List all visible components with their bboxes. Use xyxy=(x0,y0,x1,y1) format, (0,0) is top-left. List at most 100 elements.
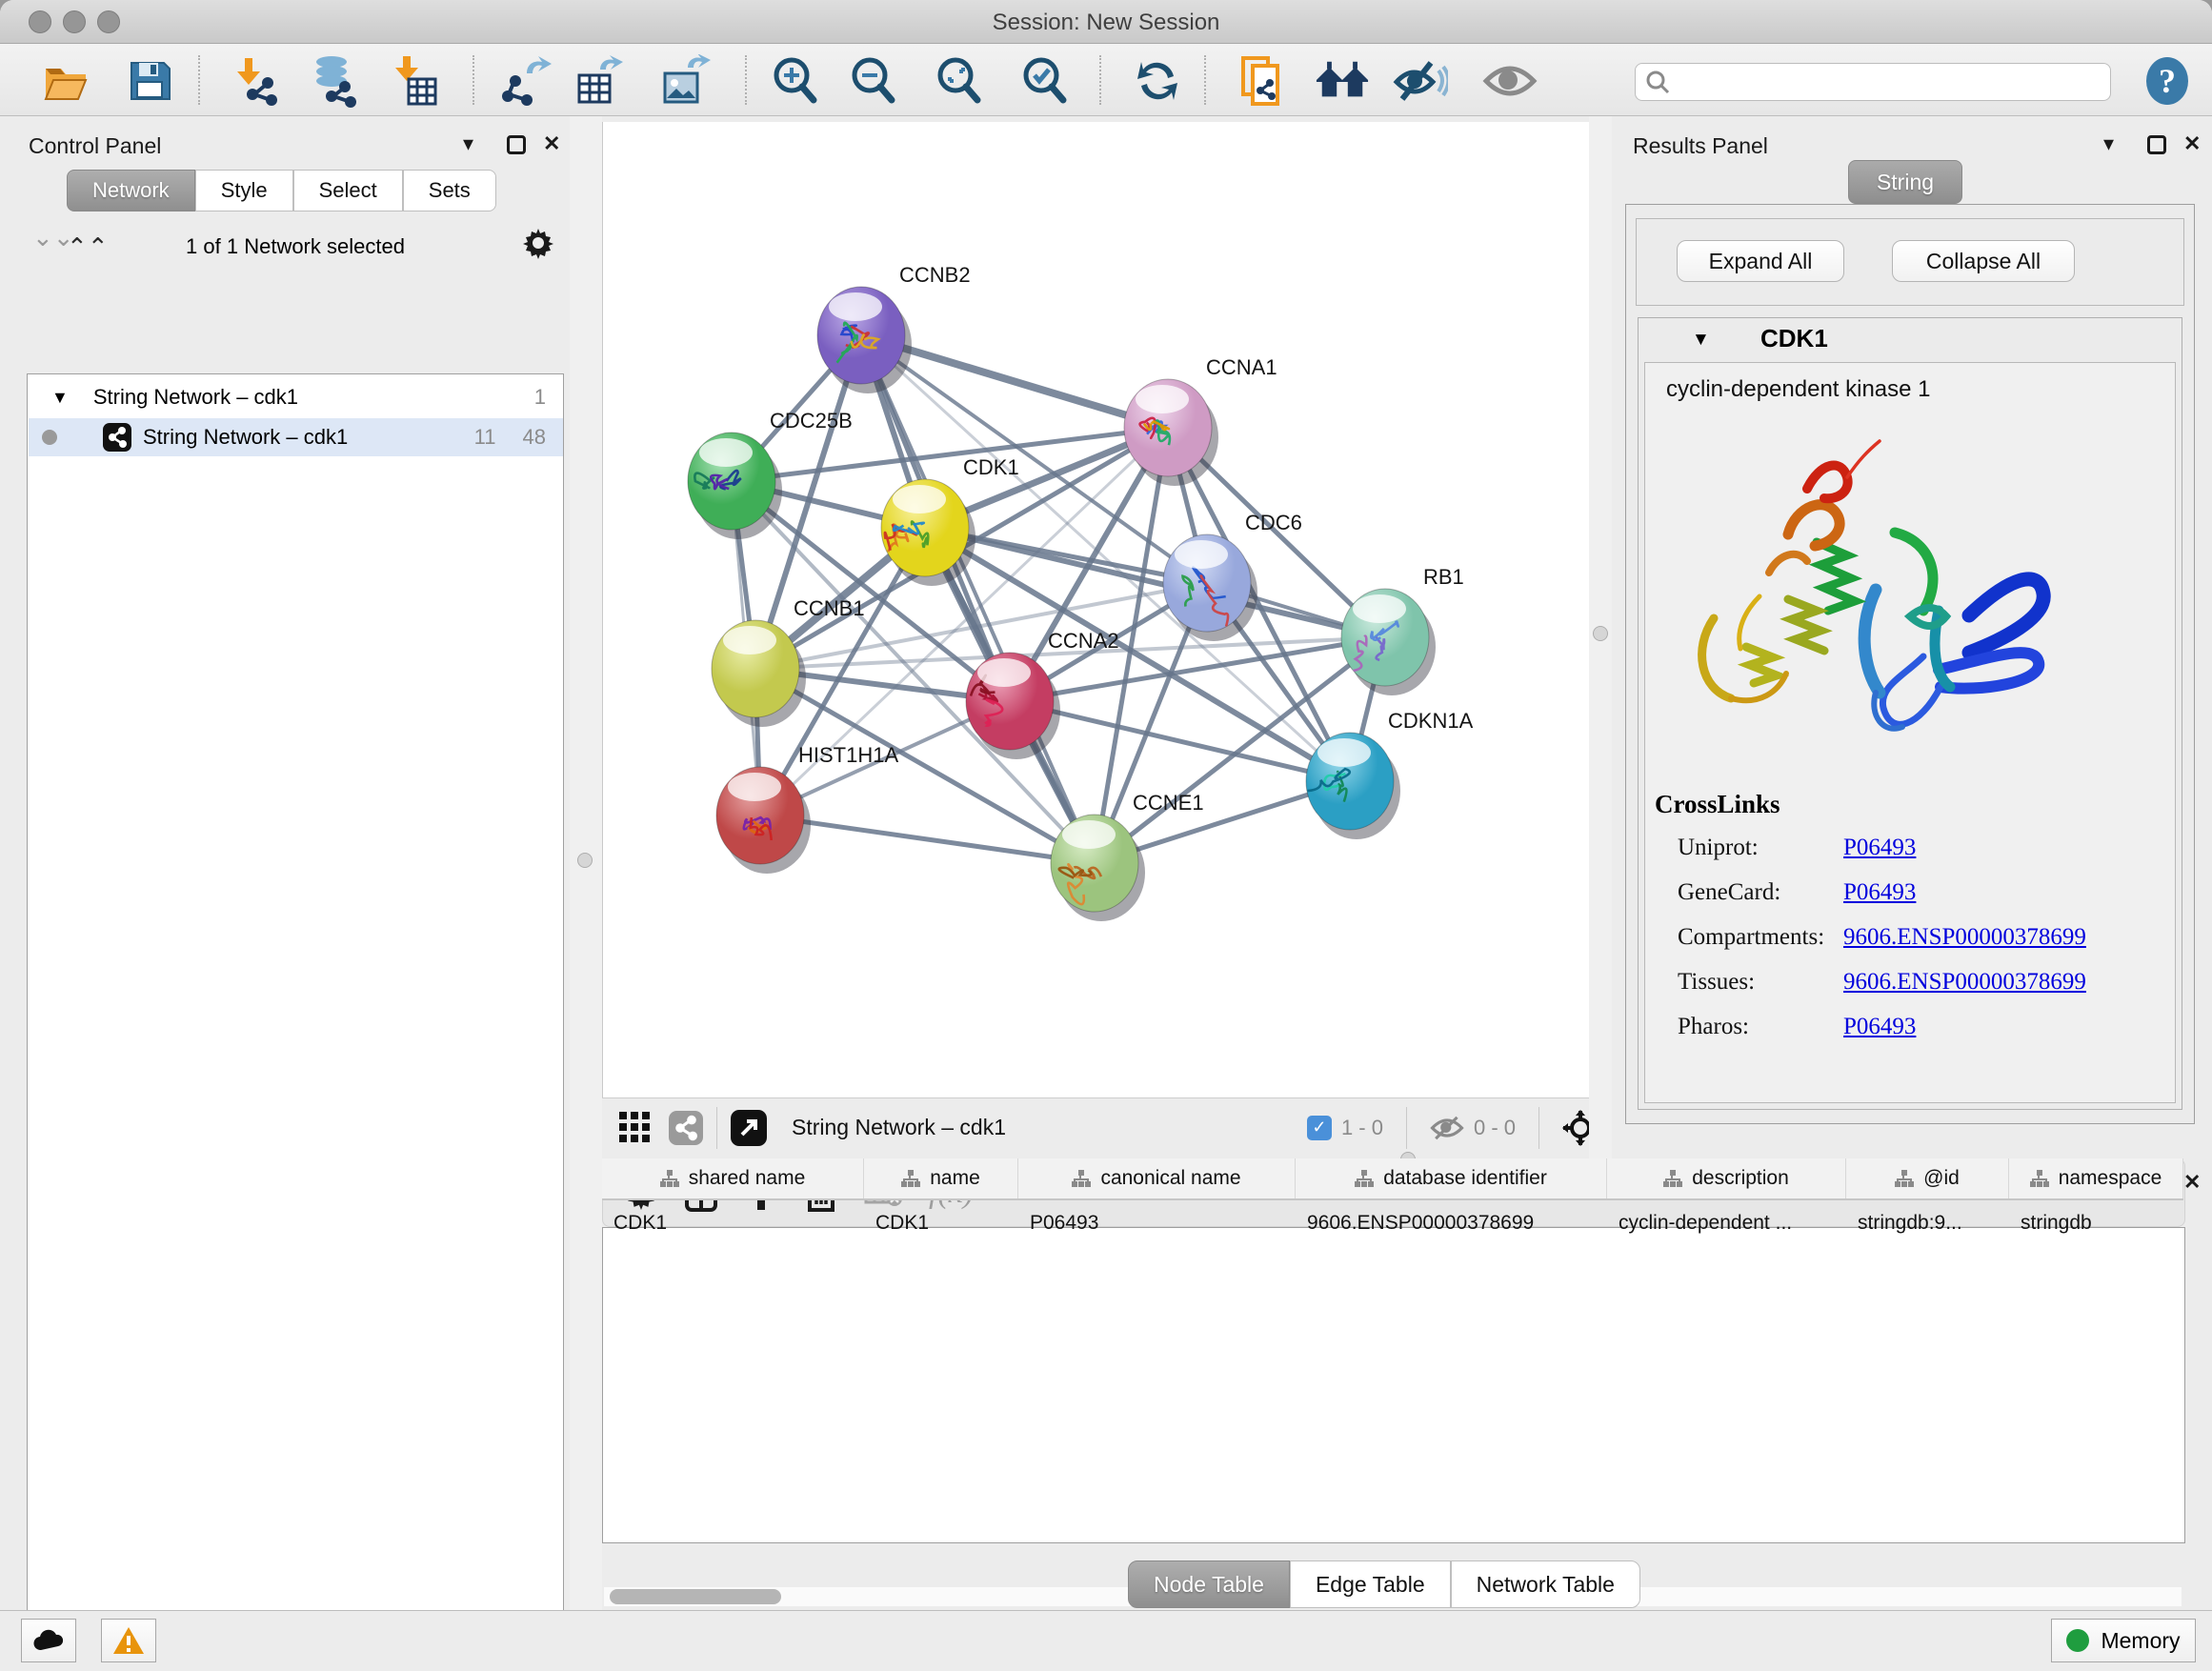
hide-unhide-icon[interactable] xyxy=(1393,53,1448,109)
tab-edge-table[interactable]: Edge Table xyxy=(1290,1560,1451,1608)
network-node-cdk1[interactable]: CDK1 xyxy=(881,455,1019,586)
table-cell[interactable]: 9606.ENSP00000378699 xyxy=(1296,1202,1607,1244)
tab-network[interactable]: Network xyxy=(67,170,195,211)
refresh-layout-icon[interactable] xyxy=(1130,53,1185,109)
results-panel-float-icon[interactable] xyxy=(2147,135,2166,154)
control-panel-menu-icon[interactable]: ▾ xyxy=(463,131,473,156)
column-header-database-identifier[interactable]: database identifier xyxy=(1296,1158,1607,1198)
right-splitter-knob[interactable] xyxy=(1593,626,1608,641)
column-header-description[interactable]: description xyxy=(1607,1158,1846,1198)
table-cell[interactable]: stringdb xyxy=(2009,1202,2183,1244)
grid-view-icon[interactable] xyxy=(619,1112,652,1144)
cloud-button[interactable] xyxy=(21,1619,76,1662)
control-panel-close-icon[interactable]: ✕ xyxy=(543,131,560,156)
open-file-icon[interactable] xyxy=(38,53,93,109)
search-box[interactable] xyxy=(1635,63,2111,101)
network-node-rb1[interactable]: RB1 xyxy=(1341,565,1464,695)
crosslink-link[interactable]: 9606.ENSP00000378699 xyxy=(1843,924,2086,951)
column-type-icon xyxy=(1355,1170,1374,1187)
crosslink-link[interactable]: 9606.ENSP00000378699 xyxy=(1843,969,2086,996)
warning-button[interactable] xyxy=(101,1619,156,1662)
tab-network-table[interactable]: Network Table xyxy=(1451,1560,1640,1608)
tab-select[interactable]: Select xyxy=(293,170,403,211)
control-panel-float-icon[interactable] xyxy=(507,135,526,154)
column-header--id[interactable]: @id xyxy=(1846,1158,2009,1198)
crosslink-link[interactable]: P06493 xyxy=(1843,1014,1916,1040)
network-options-gear-icon[interactable] xyxy=(522,227,554,259)
zoom-out-icon[interactable] xyxy=(846,53,901,109)
help-icon[interactable]: ? xyxy=(2140,53,2195,109)
zoom-in-icon[interactable] xyxy=(768,53,823,109)
table-cell[interactable]: P06493 xyxy=(1018,1202,1296,1244)
expand-all-button[interactable]: Expand All xyxy=(1677,240,1844,282)
results-panel-close-icon[interactable]: ✕ xyxy=(2183,131,2201,156)
network-node-ccnb1[interactable]: CCNB1 xyxy=(712,596,865,727)
table-cell[interactable]: cyclin-dependent ... xyxy=(1607,1202,1846,1244)
memory-button[interactable]: Memory xyxy=(2051,1619,2196,1662)
save-session-icon[interactable] xyxy=(122,53,177,109)
left-splitter[interactable] xyxy=(570,116,602,1610)
network-view-type-icon[interactable] xyxy=(669,1111,703,1145)
network-node-hist1h1a[interactable]: HIST1H1A xyxy=(716,743,898,874)
zoom-fit-icon[interactable] xyxy=(932,53,987,109)
export-image-icon[interactable] xyxy=(657,53,713,109)
network-collection-row[interactable]: ▼ String Network – cdk1 1 xyxy=(29,378,563,416)
right-splitter[interactable] xyxy=(1589,116,1612,1158)
clone-network-icon[interactable] xyxy=(1235,53,1290,109)
table-cell[interactable]: CDK1 xyxy=(864,1202,1018,1244)
export-table-icon[interactable] xyxy=(572,53,627,109)
network-canvas[interactable]: CCNB2CCNA1CDC25BCDK1CDC6RB1CCNB1CCNA2CDK… xyxy=(602,122,1589,1097)
left-splitter-knob[interactable] xyxy=(577,853,593,868)
window-title: Session: New Session xyxy=(0,10,2212,36)
crosslink-label: Compartments: xyxy=(1678,924,1824,951)
tab-node-table[interactable]: Node Table xyxy=(1128,1560,1290,1608)
network-node-ccna1[interactable]: CCNA1 xyxy=(1124,355,1277,486)
column-header-name[interactable]: name xyxy=(864,1158,1018,1198)
network-graph[interactable]: CCNB2CCNA1CDC25BCDK1CDC6RB1CCNB1CCNA2CDK… xyxy=(603,122,1590,1097)
results-panel-menu-icon[interactable]: ▾ xyxy=(2103,131,2114,156)
table-panel-close-icon[interactable]: ✕ xyxy=(2183,1170,2201,1195)
detach-view-icon[interactable] xyxy=(731,1110,767,1146)
table-cell[interactable]: CDK1 xyxy=(602,1202,864,1244)
home-icon[interactable] xyxy=(1315,53,1370,109)
expand-all-icon[interactable]: ⌄⌄ xyxy=(67,231,109,260)
column-header-namespace[interactable]: namespace xyxy=(2009,1158,2183,1198)
selected-checkbox-icon[interactable]: ✓ xyxy=(1307,1116,1332,1140)
collection-expand-triangle-icon[interactable]: ▼ xyxy=(51,388,69,408)
tab-sets[interactable]: Sets xyxy=(403,170,496,211)
show-icon[interactable] xyxy=(1482,53,1538,109)
protein-structure-image xyxy=(1655,420,2074,773)
protein-collapse-triangle-icon[interactable]: ▼ xyxy=(1692,330,1710,351)
table-row[interactable]: CDK1CDK1P064939606.ENSP00000378699cyclin… xyxy=(602,1202,2183,1244)
hidden-eye-icon[interactable] xyxy=(1430,1115,1464,1141)
table-cell[interactable]: stringdb:9... xyxy=(1846,1202,2009,1244)
crosslink-link[interactable]: P06493 xyxy=(1843,835,1916,861)
network-node-cdc25b[interactable]: CDC25B xyxy=(688,409,853,539)
import-table-file-icon[interactable] xyxy=(387,53,442,109)
collection-count: 1 xyxy=(534,385,546,410)
network-node-cdc6[interactable]: CDC6 xyxy=(1163,511,1302,641)
node-label: CDKN1A xyxy=(1388,709,1474,733)
column-header-label: namespace xyxy=(2059,1167,2162,1190)
tab-string[interactable]: String xyxy=(1848,160,1962,204)
network-row[interactable]: String Network – cdk1 11 48 xyxy=(29,418,563,456)
table-panel: Table Panel ▾ ✕ f(x) shared namenamecano… xyxy=(602,1158,2212,1610)
network-edge[interactable] xyxy=(861,335,1095,863)
search-input[interactable] xyxy=(1670,70,2089,94)
table-hscrollbar-thumb[interactable] xyxy=(610,1589,781,1604)
import-network-database-icon[interactable] xyxy=(307,53,362,109)
column-header-canonical-name[interactable]: canonical name xyxy=(1018,1158,1296,1198)
network-node-ccnb2[interactable]: CCNB2 xyxy=(817,263,971,393)
column-header-shared-name[interactable]: shared name xyxy=(602,1158,864,1198)
import-network-file-icon[interactable] xyxy=(229,53,284,109)
tab-style[interactable]: Style xyxy=(195,170,293,211)
zoom-selected-icon[interactable] xyxy=(1017,53,1073,109)
network-node-cdkn1a[interactable]: CDKN1A xyxy=(1306,709,1474,839)
crosslink-link[interactable]: P06493 xyxy=(1843,879,1916,906)
collapse-all-button[interactable]: Collapse All xyxy=(1892,240,2075,282)
network-node-ccne1[interactable]: CCNE1 xyxy=(1051,791,1204,921)
column-type-icon xyxy=(1663,1170,1682,1187)
table-body: CDK1CDK1P064939606.ENSP00000378699cyclin… xyxy=(602,1202,2183,1244)
network-type-icon xyxy=(103,423,131,452)
export-network-icon[interactable] xyxy=(499,53,554,109)
